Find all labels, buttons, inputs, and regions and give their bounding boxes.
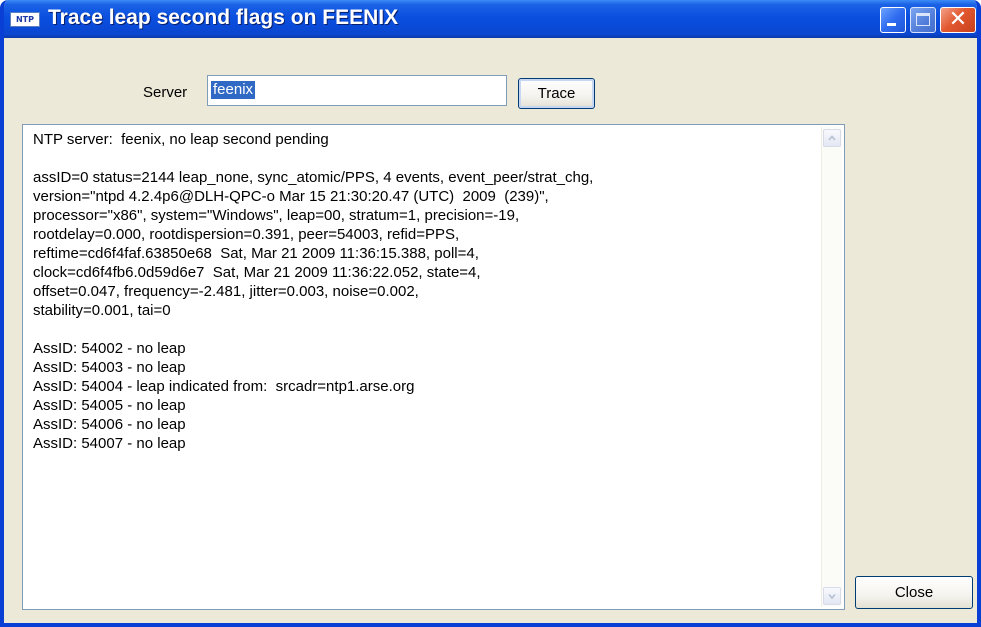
minimize-icon (887, 23, 896, 26)
scroll-up-button[interactable] (823, 129, 841, 147)
trace-output-textarea[interactable]: NTP server: feenix, no leap second pendi… (22, 124, 845, 610)
vertical-scrollbar[interactable] (821, 127, 842, 607)
output-line: clock=cd6f4fb6.0d59d6e7 Sat, Mar 21 2009… (33, 264, 481, 281)
output-line: offset=0.047, frequency=-2.481, jitter=0… (33, 283, 419, 300)
output-line: AssID: 54004 - leap indicated from: srca… (33, 378, 415, 395)
scroll-down-button[interactable] (823, 587, 841, 605)
server-label: Server (143, 84, 188, 101)
window-title: Trace leap second flags on FEENIX (48, 6, 399, 29)
output-line: AssID: 54002 - no leap (33, 340, 186, 357)
close-button[interactable]: Close (855, 576, 973, 609)
trace-button[interactable]: Trace (518, 78, 595, 109)
ntp-app-icon: NTP (10, 12, 40, 27)
output-line: reftime=cd6f4faf.63850e68 Sat, Mar 21 20… (33, 245, 479, 262)
server-input[interactable]: feenix (207, 75, 507, 106)
chevron-down-icon (828, 593, 836, 600)
output-line: AssID: 54003 - no leap (33, 359, 186, 376)
output-line: AssID: 54007 - no leap (33, 435, 186, 452)
maximize-icon (916, 13, 930, 26)
output-line: assID=0 status=2144 leap_none, sync_atom… (33, 169, 594, 186)
output-line: version="ntpd 4.2.4p6@DLH-QPC-o Mar 15 2… (33, 188, 549, 205)
output-line: NTP server: feenix, no leap second pendi… (33, 131, 329, 148)
trace-output-text: NTP server: feenix, no leap second pendi… (33, 130, 813, 453)
output-line: AssID: 54005 - no leap (33, 397, 186, 414)
output-line: AssID: 54006 - no leap (33, 416, 186, 433)
close-window-button[interactable]: ✕ (940, 7, 976, 33)
output-line: rootdelay=0.000, rootdispersion=0.391, p… (33, 226, 460, 243)
minimize-button[interactable] (880, 7, 906, 33)
title-bar[interactable]: NTP Trace leap second flags on FEENIX ✕ (4, 0, 977, 38)
output-line: stability=0.001, tai=0 (33, 302, 171, 319)
close-icon: ✕ (948, 7, 968, 32)
server-input-value: feenix (211, 81, 256, 99)
chevron-up-icon (828, 135, 836, 141)
output-line: processor="x86", system="Windows", leap=… (33, 207, 520, 224)
maximize-button[interactable] (910, 7, 936, 33)
